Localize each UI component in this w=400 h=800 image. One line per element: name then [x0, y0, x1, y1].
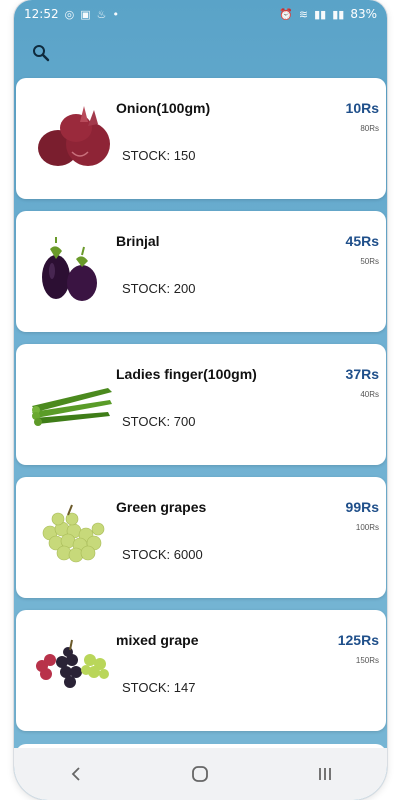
signal-icon: ▮▮	[314, 7, 327, 21]
product-mrp: 50Rs	[360, 257, 379, 266]
product-price: 45Rs	[345, 233, 379, 249]
battery-level: 83%	[350, 7, 377, 21]
status-time: 12:52	[24, 7, 59, 21]
onion-image	[38, 106, 110, 166]
product-mrp: 40Rs	[360, 390, 379, 399]
wifi-icon: ≋	[298, 7, 309, 21]
dot-icon: •	[112, 7, 119, 21]
recents-icon[interactable]	[305, 754, 345, 794]
product-name: Brinjal	[116, 233, 160, 249]
alarm-icon: ⏰	[279, 7, 293, 21]
product-card[interactable]: Ladies finger(100gm) STOCK: 700 37Rs 40R…	[16, 344, 386, 465]
search-icon[interactable]	[30, 42, 52, 64]
phone-frame: 12:52 ◎ ▣ ♨ • ⏰ ≋ ▮▮ ▮▮ 83% Onion(100gm)…	[14, 0, 387, 800]
notification-icon: ♨	[96, 7, 107, 21]
product-price: 37Rs	[345, 366, 379, 382]
product-price: 125Rs	[337, 632, 379, 648]
brinjal-image	[42, 237, 97, 301]
signal-icon-2: ▮▮	[332, 7, 345, 21]
mixed-grape-image	[36, 639, 109, 688]
product-stock: STOCK: 200	[122, 281, 196, 296]
green-grapes-image	[42, 504, 105, 563]
status-right: ⏰ ≋ ▮▮ ▮▮ 83%	[279, 7, 377, 21]
product-card[interactable]: mixed grape STOCK: 147 125Rs 150Rs	[16, 610, 386, 731]
product-stock: STOCK: 6000	[122, 547, 203, 562]
back-icon[interactable]	[56, 754, 96, 794]
navigation-bar	[14, 748, 387, 800]
product-stock: STOCK: 147	[122, 680, 196, 695]
product-name: mixed grape	[116, 632, 199, 648]
instagram-icon: ◎	[64, 7, 75, 21]
status-left: 12:52 ◎ ▣ ♨ •	[24, 7, 119, 21]
product-price: 10Rs	[345, 100, 379, 116]
product-name: Onion(100gm)	[116, 100, 211, 116]
product-card[interactable]: Brinjal STOCK: 200 45Rs 50Rs	[16, 211, 386, 332]
home-icon[interactable]	[180, 754, 220, 794]
product-name: Green grapes	[116, 499, 207, 515]
product-mrp: 100Rs	[355, 523, 379, 532]
product-card[interactable]: Onion(100gm) STOCK: 150 10Rs 80Rs	[16, 78, 386, 199]
product-mrp: 150Rs	[355, 656, 379, 665]
product-card[interactable]: Green grapes STOCK: 6000 99Rs 100Rs	[16, 477, 386, 598]
status-bar: 12:52 ◎ ▣ ♨ • ⏰ ≋ ▮▮ ▮▮ 83%	[14, 0, 387, 28]
product-price: 99Rs	[345, 499, 379, 515]
product-name: Ladies finger(100gm)	[116, 366, 257, 382]
toolbar	[14, 32, 387, 74]
product-stock: STOCK: 700	[122, 414, 196, 429]
gallery-icon: ▣	[80, 7, 91, 21]
product-stock: STOCK: 150	[122, 148, 196, 163]
okra-image	[32, 388, 112, 426]
product-mrp: 80Rs	[360, 124, 379, 133]
